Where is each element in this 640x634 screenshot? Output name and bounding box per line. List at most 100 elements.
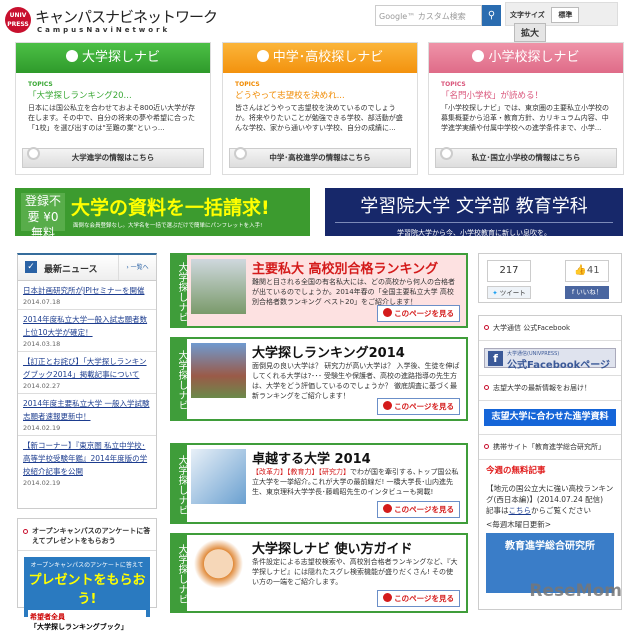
article-title[interactable]: 大学探しナビ 使い方ガイド: [252, 538, 413, 557]
gakushuin-banner[interactable]: 学習院大学 文学部 教育学科 学習院大学から今、小学校教育に新しい息吹を。: [325, 188, 623, 237]
here-link[interactable]: こちら: [509, 506, 532, 515]
card-header[interactable]: 大学探しナビ: [16, 43, 210, 73]
topics-label: TOPICS: [235, 81, 260, 88]
facebook-page-banner[interactable]: f 大学通信(UNIVPRESS) 公式Facebookページ: [479, 341, 621, 376]
article-label: 大学探しナビ: [172, 445, 187, 522]
article-image[interactable]: [191, 259, 246, 314]
face-icon: [472, 50, 485, 62]
topic-title[interactable]: 「名門小学校」が読める！: [441, 89, 623, 101]
article-label: 大学探しナビ: [172, 535, 187, 611]
weekly-update: <毎週木曜日更新>: [486, 520, 552, 529]
campaign-big: プレゼントをもらおう!: [28, 573, 146, 607]
card-info-button[interactable]: 私立･国立小学校の情報はこちら: [435, 147, 617, 168]
brochure-button[interactable]: 志望大学に合わせた進学資料: [484, 409, 616, 426]
news-more-link[interactable]: › 一覧へ: [118, 255, 156, 280]
card-university: 大学探しナビ TOPICS 「大学探しランキング20... 日本には国公私立を合…: [15, 42, 211, 175]
view-page-button[interactable]: このページを見る: [377, 501, 460, 518]
topic-body: 日本には国公私立を合わせておよそ800近い大学が存在します。その中で、自分の将来…: [28, 104, 196, 132]
view-page-button[interactable]: このページを見る: [377, 590, 460, 607]
font-large-button[interactable]: 拡大: [514, 23, 547, 42]
bullet-icon: [23, 529, 28, 534]
article-image[interactable]: [191, 343, 246, 398]
article-ranking-private: 大学探しナビ 主要私大 高校別合格ランキング 難関と目される全国の有名私大には、…: [170, 253, 468, 328]
campaign-title: オープンキャンパスのアンケートに答えてプレゼントをもらおう: [32, 527, 151, 545]
mobile-heading: 携帯サイト「教育進学総合研究所」: [493, 443, 605, 451]
fb-heading: 大学通信 公式Facebook: [493, 324, 571, 332]
button-label: 私立･国立小学校の情報はこちら: [471, 153, 581, 162]
free-article-body: 【地元の国公立大に強い高校ランキング(西日本編)】(2014.07.24 配信): [486, 484, 614, 504]
font-standard-button[interactable]: 標準: [551, 7, 580, 23]
article-label: 大学探しナビ: [172, 339, 187, 419]
campaign-item: 「大学探しランキングブック」: [30, 623, 128, 631]
font-size-label: 文字サイズ: [510, 11, 545, 19]
brochure-request-banner[interactable]: 登録不要 ¥0 無料 大学の資料を一括請求! 面倒な会員登録なし。大学名を一括で…: [15, 188, 310, 240]
news-date: 2014.02.19: [23, 479, 61, 487]
like-button[interactable]: f いいね！: [565, 286, 609, 299]
fb-small: 大学通信(UNIVPRESS): [507, 351, 560, 357]
news-date: 2014.03.18: [23, 340, 61, 348]
univpress-logo-mark: UNIV PRESS: [5, 7, 31, 33]
article-body: 難関と目される全国の有名私大には、どの高校から何人の合格者が出ているのでしょうか…: [252, 278, 455, 306]
news-link[interactable]: 【新コーナー】『東京圏 私立中学校･高等学校受験年鑑』2014年度版の学校紹介記…: [23, 439, 151, 478]
resemom-watermark: ReseMom: [529, 581, 622, 601]
news-link[interactable]: 【訂正とお詫び】「大学探しランキングブック2014」掲載記事について: [23, 355, 151, 381]
card-info-button[interactable]: 中学･高校進学の情報はこちら: [229, 147, 411, 168]
fb-big: 公式Facebookページ: [507, 360, 611, 371]
search-icon: ⚲: [487, 10, 496, 21]
topic-title[interactable]: 「大学探しランキング20...: [28, 89, 210, 101]
search-button[interactable]: ⚲: [482, 5, 501, 26]
face-icon: [65, 50, 78, 62]
card-title: 大学探しナビ: [81, 50, 160, 65]
view-page-button[interactable]: このページを見る: [377, 305, 460, 322]
news-item: 2014年度主要私立大学 一般入学試験志願者速報更新中！ 2014.02.19: [18, 394, 156, 436]
bullet-icon: [484, 444, 489, 449]
news-link[interactable]: 2014年度主要私立大学 一般入学試験志願者速報更新中！: [23, 397, 151, 423]
arrow-circle-icon: [383, 308, 393, 317]
article-image[interactable]: [191, 449, 246, 504]
campaign-banner[interactable]: オープンキャンパスのアンケートに答えてプレゼントをもらおう! 希望者全員「大学探し…: [24, 557, 150, 634]
like-count: 👍41: [565, 260, 609, 282]
campaign-top: オープンキャンパスのアンケートに答えて: [30, 562, 144, 569]
info-heading: 志望大学の最新情報をお届け！: [493, 384, 591, 392]
arrow-circle-icon: [383, 593, 393, 602]
arrow-circle-icon: [383, 401, 393, 410]
news-date: 2014.02.19: [23, 424, 61, 432]
banner-subtitle: 学習院大学から今、小学校教育に新しい息吹を。: [397, 229, 551, 237]
view-page-button[interactable]: このページを見る: [377, 398, 460, 415]
site-logo[interactable]: UNIV PRESS キャンパスナビネットワーク CampusNaviNetwo…: [5, 5, 218, 37]
logo-subtitle: CampusNaviNetwork: [37, 26, 171, 34]
news-link[interactable]: 日本計画研究所がJPIセミナーを開催: [23, 284, 151, 297]
search-input[interactable]: Google™ カスタム検索: [375, 5, 482, 26]
topic-body: 皆さんはどうやって志望校を決めているのでしょうか。将来やりたいことが勉強できる学…: [235, 104, 403, 132]
article-body: 条件設定による志望校検索や、高校別合格者ランキングなど、『大学探しナビ』には隠れ…: [252, 558, 458, 586]
campaign-who: 希望者全員: [30, 613, 65, 621]
facebook-icon: f: [488, 351, 503, 366]
guide-character-image[interactable]: [191, 539, 246, 594]
banner-subtitle: 面倒な会員登録なし。大学名を一括で選ぶだけで簡単にパンフレットを入手!: [73, 223, 263, 229]
card-info-button[interactable]: 大学進学の情報はこちら: [22, 147, 204, 168]
magnifier-icon: [440, 147, 453, 160]
card-title: 中学･高校探しナビ: [272, 50, 384, 65]
article-title[interactable]: 卓越する大学 2014: [252, 448, 371, 467]
face-icon: [256, 50, 269, 62]
right-sidebar: 大学通信 公式Facebook f 大学通信(UNIVPRESS) 公式Facebo…: [478, 315, 622, 610]
button-label: 大学進学の情報はこちら: [71, 153, 155, 162]
topic-title[interactable]: どうやって志望校を決めれ...: [235, 89, 417, 101]
twitter-icon: ✦: [492, 289, 498, 297]
bullet-icon: [484, 385, 489, 390]
article-title[interactable]: 大学探しランキング2014: [252, 342, 405, 361]
news-link[interactable]: 2014年度私立大学一般入試志願者数 上位10大学が確定！: [23, 313, 151, 339]
card-header[interactable]: 中学･高校探しナビ: [223, 43, 417, 73]
tweet-count: 217: [487, 260, 531, 282]
tweet-button[interactable]: ✦ ツイート: [487, 286, 531, 299]
font-size-control: 文字サイズ 標準 拡大: [505, 2, 618, 42]
article-title[interactable]: 主要私大 高校別合格ランキング: [252, 258, 438, 277]
free-article-title: 今週の無料記事: [486, 466, 546, 476]
banner-title: 大学の資料を一括請求!: [71, 197, 270, 219]
card-elementary: 小学校探しナビ TOPICS 「名門小学校」が読める！ 「小学校探しナビ」では、…: [428, 42, 624, 175]
free-article-link-line: 記事はこちらからご覧ください: [486, 506, 591, 515]
checkbox-icon: ✓: [25, 261, 37, 273]
card-header[interactable]: 小学校探しナビ: [429, 43, 623, 73]
topic-body: 「小学校探しナビ」では、東京圏の主要私立小学校の募集概要から沿革・教育方針、カリ…: [441, 104, 609, 132]
news-date: 2014.02.27: [23, 382, 61, 390]
